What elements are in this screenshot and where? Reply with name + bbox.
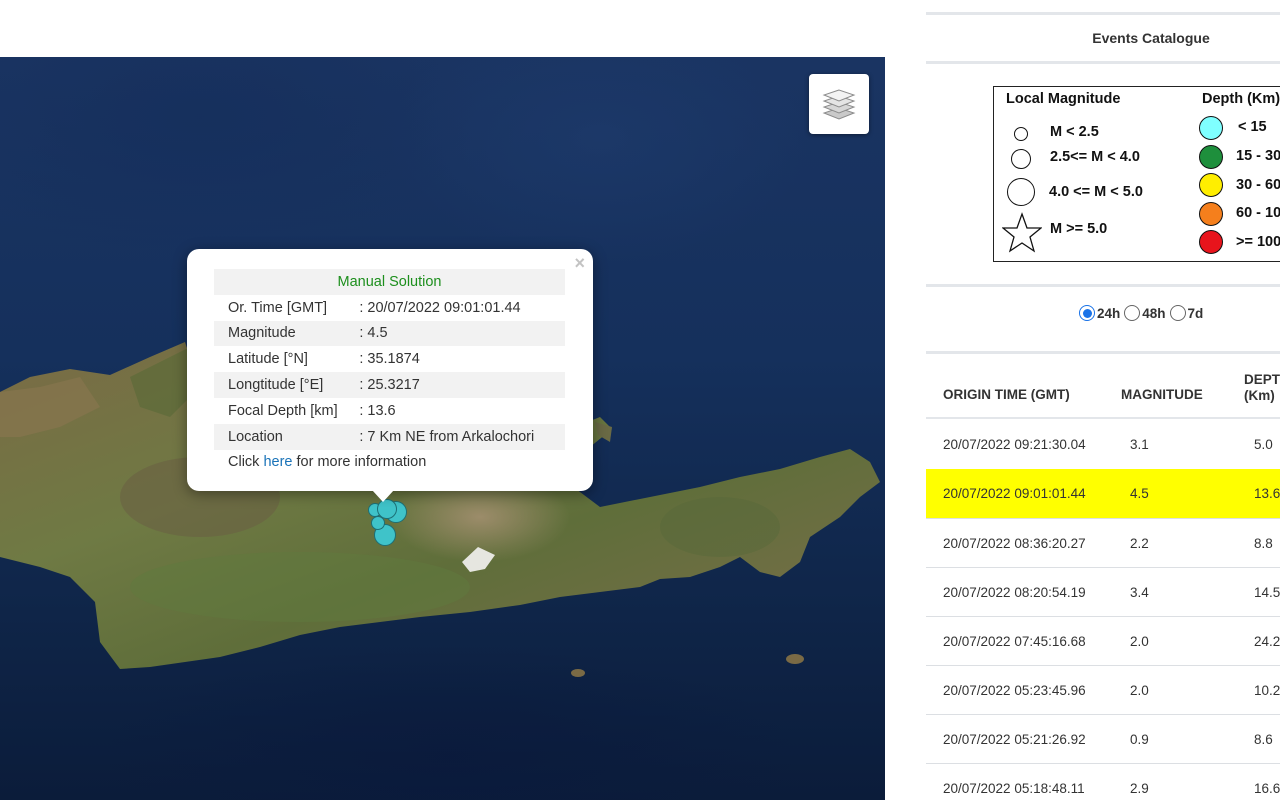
header-origin-time[interactable]: ORIGIN TIME (GMT) [943, 387, 1070, 402]
radio-label: 24h [1097, 305, 1121, 321]
period-selector: 24h 48h 7d [1078, 305, 1206, 321]
field-label: Focal Depth [km] [228, 402, 338, 419]
depth-dot-icon [1199, 116, 1223, 140]
medium-circle-icon [1011, 149, 1031, 169]
legend-depth-label: 60 - 100 [1236, 205, 1280, 221]
cell-depth: 16.6 [1254, 781, 1280, 796]
cell-time: 20/07/2022 05:18:48.11 [943, 781, 1085, 796]
quake-marker[interactable] [377, 499, 397, 519]
legend: Local Magnitude Depth (Km) M < 2.5 2.5<=… [993, 86, 1280, 262]
divider [926, 284, 1280, 287]
divider [926, 12, 1280, 15]
radio-7d[interactable] [1169, 305, 1186, 321]
legend-depth-label: 15 - 30 [1236, 148, 1280, 164]
cell-magnitude: 4.5 [1130, 486, 1149, 501]
table-row[interactable]: 20/07/2022 09:21:30.04 3.1 5.0 [926, 420, 1280, 469]
radio-label: 48h [1142, 305, 1166, 321]
field-label: Location [214, 423, 360, 450]
cell-magnitude: 2.2 [1130, 536, 1149, 551]
cell-depth: 13.6 [1254, 486, 1280, 501]
radio-label: 7d [1187, 305, 1204, 321]
cell-magnitude: 3.1 [1130, 437, 1149, 452]
cell-time: 20/07/2022 08:36:20.27 [943, 536, 1086, 551]
cell-magnitude: 3.4 [1130, 585, 1149, 600]
legend-depth-title: Depth (Km) [1202, 91, 1280, 107]
field-value: : 20/07/2022 09:01:01.44 [359, 299, 521, 316]
cell-time: 20/07/2022 05:23:45.96 [943, 683, 1086, 698]
divider [926, 61, 1280, 64]
footer-text: Click [228, 454, 264, 471]
divider [926, 417, 1280, 419]
depth-dot-icon [1199, 145, 1223, 169]
table-header: ORIGIN TIME (GMT) MAGNITUDE DEPTH (Km) [926, 355, 1280, 419]
cell-depth: 8.6 [1254, 732, 1273, 747]
popup-footer: Click here for more information [214, 450, 565, 476]
depth-dot-icon [1199, 202, 1223, 226]
layers-button[interactable] [809, 74, 869, 134]
cell-depth: 14.5 [1254, 585, 1280, 600]
legend-depth-label: 30 - 60 [1236, 177, 1280, 193]
cell-magnitude: 2.0 [1130, 683, 1149, 698]
table-row[interactable]: 20/07/2022 05:23:45.96 2.0 10.2 [926, 666, 1280, 715]
events-panel: Events Catalogue Local Magnitude Depth (… [926, 0, 1280, 800]
table-row[interactable]: 20/07/2022 05:21:26.92 0.9 8.6 [926, 715, 1280, 764]
table-row[interactable]: 20/07/2022 08:36:20.27 2.2 8.8 [926, 519, 1280, 568]
cell-time: 20/07/2022 07:45:16.68 [943, 634, 1086, 649]
depth-dot-icon [1199, 173, 1223, 197]
cell-time: 20/07/2022 09:21:30.04 [943, 437, 1086, 452]
cell-depth: 8.8 [1254, 536, 1273, 551]
legend-magnitude-title: Local Magnitude [1006, 91, 1121, 107]
cell-time: 20/07/2022 08:20:54.19 [943, 585, 1086, 600]
table-row[interactable]: 20/07/2022 05:18:48.11 2.9 16.6 [926, 764, 1280, 800]
satellite-map[interactable]: × Manual Solution Or. Time [GMT] : 20/07/… [0, 57, 885, 800]
table-row[interactable]: 20/07/2022 07:45:16.68 2.0 24.2 [926, 617, 1280, 666]
more-info-link[interactable]: here [263, 454, 292, 470]
popup-title: Manual Solution [214, 269, 565, 295]
large-circle-icon [1007, 178, 1035, 206]
cell-depth: 24.2 [1254, 634, 1280, 649]
cell-magnitude: 2.9 [1130, 781, 1149, 796]
divider [926, 351, 1280, 354]
field-label: Longtitude [°E] [214, 372, 360, 398]
table-row[interactable]: 20/07/2022 08:20:54.19 3.4 14.5 [926, 568, 1280, 617]
footer-text: for more information [292, 454, 427, 471]
close-icon[interactable]: × [574, 254, 585, 272]
field-value: : 4.5 [359, 320, 565, 347]
field-value: : 13.6 [359, 402, 396, 419]
cell-magnitude: 0.9 [1130, 732, 1149, 747]
field-label: Magnitude [214, 320, 360, 347]
layers-icon [822, 89, 856, 120]
cell-magnitude: 2.0 [1130, 634, 1149, 649]
cell-time: 20/07/2022 09:01:01.44 [943, 486, 1086, 501]
field-value: : 25.3217 [359, 372, 565, 398]
star-icon [1002, 212, 1042, 253]
legend-mag-label: 4.0 <= M < 5.0 [1049, 184, 1143, 200]
header-magnitude[interactable]: MAGNITUDE [1121, 387, 1203, 402]
field-label: Latitude [°N] [228, 351, 308, 368]
legend-depth-label: < 15 [1238, 119, 1267, 135]
legend-mag-label: M >= 5.0 [1050, 221, 1108, 237]
cell-depth: 10.2 [1254, 683, 1280, 698]
depth-dot-icon [1199, 230, 1223, 254]
header-depth-unit: (Km) [1244, 388, 1275, 403]
field-value: : 7 Km NE from Arkalochori [359, 423, 565, 450]
panel-title: Events Catalogue [1092, 30, 1210, 46]
legend-depth-label: >= 100 [1236, 234, 1280, 250]
table-row-selected[interactable]: 20/07/2022 09:01:01.44 4.5 13.6 [926, 469, 1280, 518]
radio-24h[interactable] [1079, 305, 1095, 321]
header-depth[interactable]: DEPTH [1244, 372, 1280, 387]
field-value: : 35.1874 [359, 351, 420, 368]
cell-time: 20/07/2022 05:21:26.92 [943, 732, 1086, 747]
radio-48h[interactable] [1124, 305, 1141, 321]
field-label: Or. Time [GMT] [228, 299, 328, 316]
legend-mag-label: 2.5<= M < 4.0 [1050, 149, 1140, 165]
cell-depth: 5.0 [1254, 437, 1273, 452]
popup-tip [372, 490, 394, 502]
event-details-table: Manual Solution Or. Time [GMT] : 20/07/20… [214, 269, 565, 475]
small-circle-icon [1014, 127, 1028, 141]
event-popup: × Manual Solution Or. Time [GMT] : 20/07/… [187, 249, 593, 491]
legend-mag-label: M < 2.5 [1050, 124, 1099, 140]
